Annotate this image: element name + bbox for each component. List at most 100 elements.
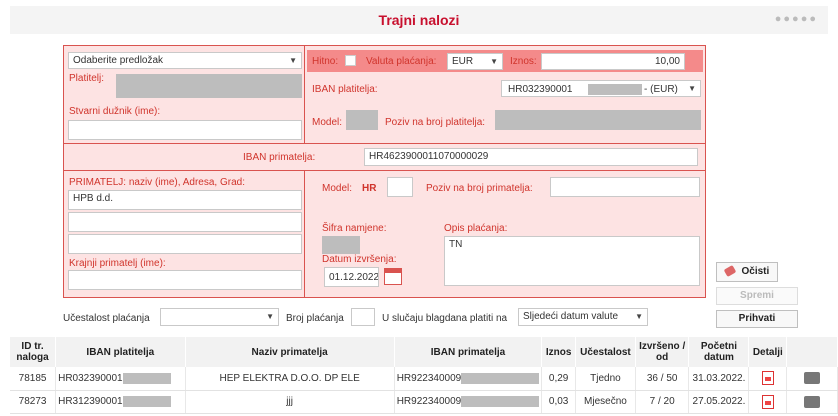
iznos-input[interactable]: 10,00: [541, 53, 685, 70]
model2-label: Model:: [322, 183, 353, 194]
poziv-platitelja-redacted: [495, 110, 701, 130]
pdf-icon[interactable]: [761, 371, 774, 386]
cell-naziv-primatelja: jjj: [185, 390, 395, 414]
krajnji-primatelj-input[interactable]: [68, 270, 302, 290]
redacted-bar: [461, 395, 540, 407]
divider: [64, 170, 705, 171]
blagdan-select[interactable]: Sljedeći datum valute ▼: [518, 308, 648, 326]
model2-input[interactable]: [387, 177, 413, 197]
cell-iban-primatelja: HR922340009: [394, 390, 543, 414]
krajnji-primatelj-label: Krajnji primatelj (ime):: [69, 258, 166, 269]
redacted-bar: [122, 372, 171, 384]
valuta-value: EUR: [452, 56, 474, 67]
template-select[interactable]: Odaberite predložak ▼: [68, 52, 302, 69]
model-value-redacted: [346, 110, 378, 130]
chevron-down-icon: ▼: [289, 56, 297, 65]
opis-placanja-label: Opis plaćanja:: [444, 223, 508, 234]
cell-izvrseno: 36 / 50: [635, 367, 690, 391]
stvarni-duznik-label: Stvarni dužnik (ime):: [69, 106, 161, 117]
cell-id: 78273: [10, 390, 57, 414]
iban-platitelja-redacted: [588, 84, 642, 95]
divider: [64, 143, 705, 144]
cell-actions: [786, 367, 838, 391]
chevron-down-icon: ▼: [635, 312, 643, 321]
table-row[interactable]: 78185 HR032390001 HEP ELEKTRA D.O.O. DP …: [10, 367, 838, 391]
ocisti-button[interactable]: Očisti: [716, 262, 778, 282]
valuta-label: Valuta plaćanja:: [366, 56, 437, 67]
calendar-icon[interactable]: [384, 268, 402, 285]
iban-platitelja-select[interactable]: HR032390001 - (EUR) ▼: [501, 80, 701, 97]
cell-iban-platitelja: HR032390001: [55, 367, 186, 391]
hitno-checkbox[interactable]: [345, 55, 356, 66]
cell-naziv-primatelja: HEP ELEKTRA D.O.O. DP ELE: [185, 367, 395, 391]
stvarni-duznik-input[interactable]: [68, 120, 302, 140]
iban-primatelja-input[interactable]: HR4623900011070000029: [364, 148, 698, 166]
datum-izvrsenja-input[interactable]: 01.12.2022.: [324, 267, 379, 287]
blagdan-value: Sljedeći datum valute: [523, 311, 619, 322]
iban-platitelja-label: IBAN platitelja:: [312, 84, 378, 95]
delete-icon[interactable]: [804, 372, 821, 385]
chevron-down-icon: ▼: [688, 84, 696, 93]
page-title: Trajni nalozi: [378, 12, 460, 28]
table-header-row: ID tr. naloga IBAN platitelja Naziv prim…: [10, 337, 838, 367]
iban-primatelja-label: IBAN primatelja:: [243, 152, 316, 163]
col-header-izvrseno[interactable]: Izvršeno / od: [635, 337, 690, 367]
pdf-icon[interactable]: [761, 394, 774, 409]
opis-placanja-textarea[interactable]: TN: [444, 236, 700, 286]
cell-iznos: 0,03: [541, 390, 577, 414]
iban-platitelja-suffix: - (EUR): [644, 84, 678, 95]
cell-pocetni-datum: 31.03.2022.: [688, 367, 750, 391]
cell-iznos: 0,29: [541, 367, 577, 391]
valuta-select[interactable]: EUR ▼: [447, 53, 503, 70]
cell-id: 78185: [10, 367, 57, 391]
poziv-platitelja-label: Poziv na broj platitelja:: [385, 117, 486, 128]
sifra-namjene-label: Šifra namjene:: [322, 223, 387, 234]
primatelj-line1-input[interactable]: HPB d.d.: [68, 190, 302, 210]
cell-izvrseno: 7 / 20: [635, 390, 690, 414]
ucestalost-select[interactable]: ▼: [160, 308, 279, 326]
broj-placanja-input[interactable]: [351, 308, 375, 326]
primatelj-line3-input[interactable]: [68, 234, 302, 254]
col-header-iznos[interactable]: Iznos: [541, 337, 577, 367]
datum-izvrsenja-label: Datum izvršenja:: [322, 254, 397, 265]
cell-iban-platitelja: HR312390001: [55, 390, 186, 414]
broj-placanja-label: Broj plaćanja: [286, 313, 344, 324]
iban-primatelja-text: HR922340009: [396, 372, 462, 384]
delete-icon[interactable]: [804, 395, 821, 408]
redacted-bar: [461, 372, 540, 384]
col-header-iban-primatelja[interactable]: IBAN primatelja: [394, 337, 543, 367]
ocisti-label: Očisti: [741, 266, 770, 277]
cell-pocetni-datum: 27.05.2022.: [688, 390, 750, 414]
col-header-actions: [786, 337, 838, 367]
poziv-primatelja-input[interactable]: [550, 177, 700, 197]
chevron-down-icon: ▼: [490, 57, 498, 66]
col-header-naziv-primatelja[interactable]: Naziv primatelja: [185, 337, 395, 367]
blagdan-label: U slučaju blagdana platiti na: [382, 313, 508, 324]
platitelj-label: Platitelj:: [69, 73, 105, 84]
iban-platitelja-prefix: HR032390001: [508, 84, 573, 95]
cell-detalji: [748, 390, 788, 414]
hitno-label: Hitno:: [312, 56, 339, 67]
spremi-button[interactable]: Spremi: [716, 287, 798, 305]
cell-actions: [786, 390, 838, 414]
more-dots-icon[interactable]: ●●●●●: [775, 13, 818, 25]
col-header-ucestalost[interactable]: Učestalost: [575, 337, 636, 367]
col-header-id[interactable]: ID tr. naloga: [10, 337, 57, 367]
sifra-namjene-redacted[interactable]: [322, 236, 360, 254]
primatelj-line2-input[interactable]: [68, 212, 302, 232]
col-header-iban-platitelja[interactable]: IBAN platitelja: [55, 337, 186, 367]
poziv-primatelja-label: Poziv na broj primatelja:: [426, 183, 533, 194]
chevron-down-icon: ▼: [266, 312, 274, 321]
col-header-detalji[interactable]: Detalji: [748, 337, 788, 367]
cell-ucestalost: Mjesečno: [575, 390, 636, 414]
standing-orders-table: ID tr. naloga IBAN platitelja Naziv prim…: [10, 337, 838, 414]
col-header-pocetni-datum[interactable]: Početni datum: [688, 337, 750, 367]
table-row[interactable]: 78273 HR312390001 jjj HR922340009 0,03 M…: [10, 390, 838, 414]
iban-platitelja-text: HR032390001: [58, 372, 123, 384]
payment-form-panel: Odaberite predložak ▼ Platitelj: Stvarni…: [63, 45, 706, 298]
prihvati-button[interactable]: Prihvati: [716, 310, 798, 328]
iznos-label: Iznos:: [510, 56, 537, 67]
eraser-icon: [723, 265, 737, 278]
model-label: Model:: [312, 117, 343, 128]
cell-detalji: [748, 367, 788, 391]
